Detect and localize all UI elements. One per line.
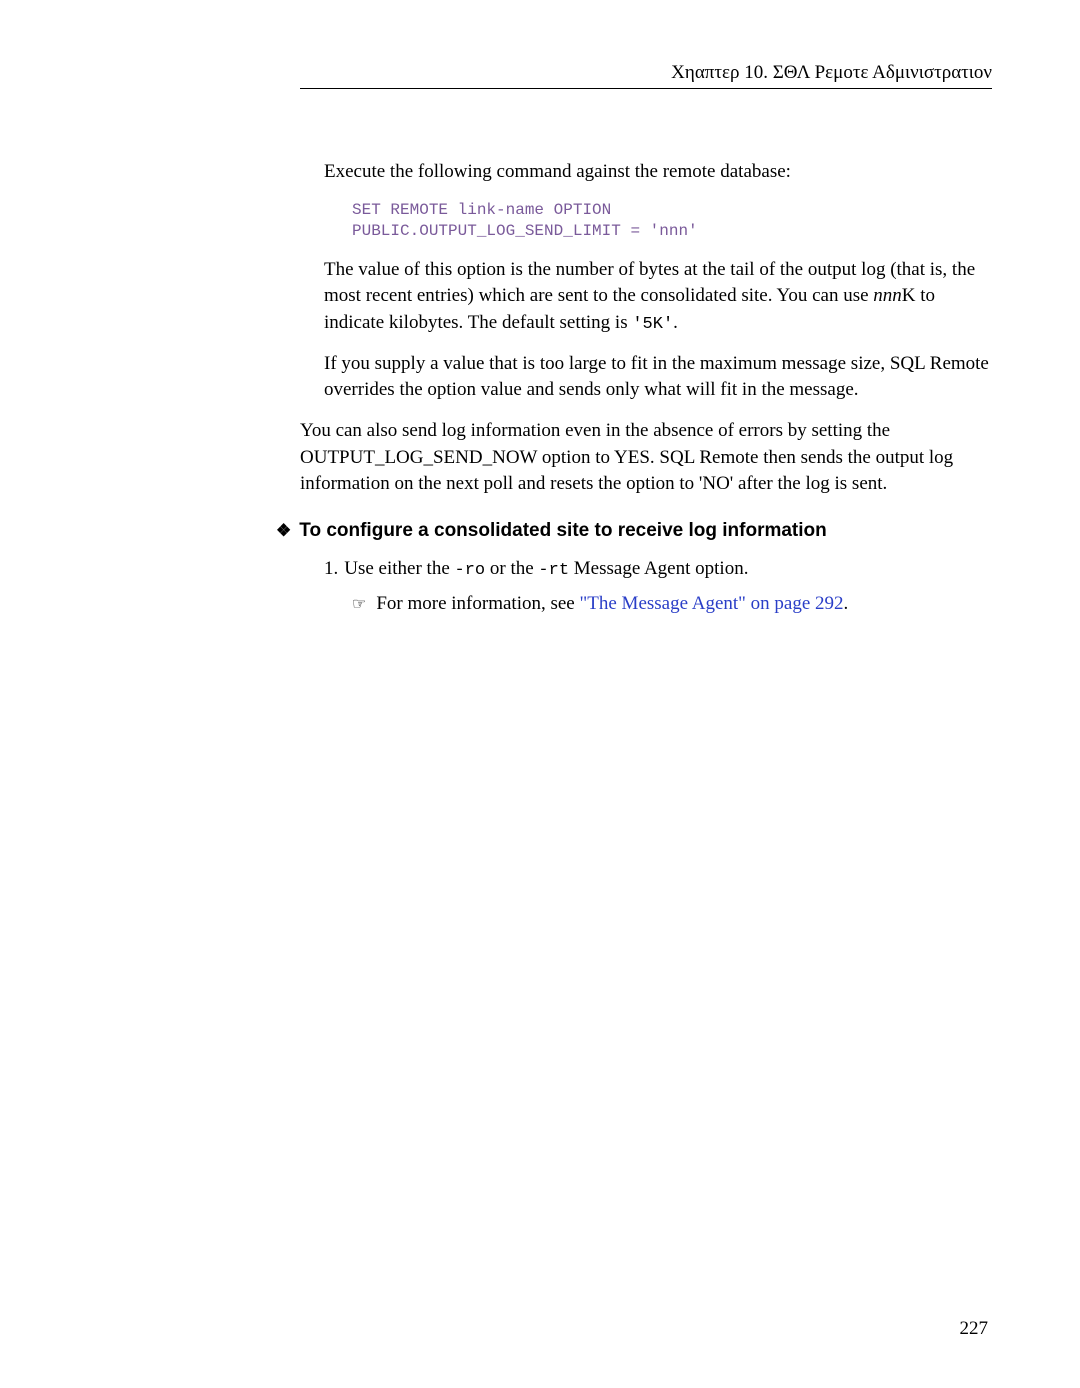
paragraph-2: If you supply a value that is too large … — [324, 351, 992, 404]
cross-reference-link[interactable]: "The Message Agent" on page 292 — [580, 593, 844, 614]
ol1-c: Message Agent option. — [569, 558, 748, 579]
chapter-label: Χηαπτερ 10. ΣΘΛ Ρεμοτε Αδμινιστρατιον — [671, 62, 992, 83]
paragraph-3: You can also send log information even i… — [300, 418, 992, 498]
paragraph-1: The value of this option is the number o… — [324, 257, 992, 337]
intro-paragraph: Execute the following command against th… — [324, 159, 992, 186]
heading-text: To configure a consolidated site to rece… — [299, 520, 827, 541]
sub-list-item: ☞ For more information, see "The Message … — [352, 591, 992, 618]
list-number: 1. — [324, 558, 338, 579]
code-block: SET REMOTE link-name OPTION PUBLIC.OUTPU… — [352, 200, 992, 243]
page-container: Χηαπτερ 10. ΣΘΛ Ρεμοτε Αδμινιστρατιον Ex… — [0, 0, 1080, 657]
ol1-code1: -ro — [455, 561, 486, 580]
page-number: 227 — [960, 1318, 989, 1340]
sub-b: . — [844, 593, 849, 614]
ol1-a: Use either the — [344, 558, 454, 579]
page-header: Χηαπτερ 10. ΣΘΛ Ρεμοτε Αδμινιστρατιον — [300, 62, 992, 89]
code-line-1: SET REMOTE link-name OPTION — [352, 201, 611, 219]
diamond-icon: ❖ — [276, 521, 291, 540]
para1-part-c: . — [673, 312, 678, 333]
code-line-2: PUBLIC.OUTPUT_LOG_SEND_LIMIT = 'nnn' — [352, 222, 698, 240]
ol1-b: or the — [485, 558, 538, 579]
list-item: 1. Use either the -ro or the -rt Message … — [324, 556, 992, 583]
section-heading: ❖ To configure a consolidated site to rec… — [276, 520, 992, 542]
sub-a: For more information, see — [376, 593, 579, 614]
pointer-icon: ☞ — [352, 596, 366, 613]
ol1-code2: -rt — [538, 561, 569, 580]
para1-nnn: nnn — [873, 285, 902, 306]
para1-code: '5K' — [632, 315, 673, 334]
